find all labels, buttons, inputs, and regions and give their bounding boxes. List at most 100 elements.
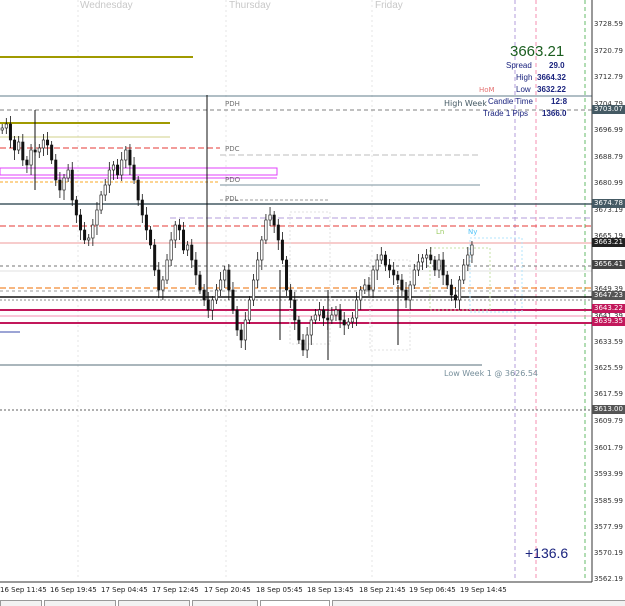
candle-body: [37, 147, 41, 153]
time-tick-label: 18 Sep 21:45: [359, 586, 406, 594]
price-tick-label: 3688.79: [594, 153, 623, 161]
candle-body: [453, 294, 457, 301]
candle-body: [404, 289, 408, 301]
candle-body: [322, 309, 326, 319]
spread-value: 29.0: [549, 61, 565, 70]
candle-body: [17, 141, 21, 151]
candle-body: [256, 259, 260, 281]
candle-body: [425, 254, 429, 259]
chart-tab-active[interactable]: [260, 600, 330, 606]
candle-body: [342, 319, 346, 326]
candle-body: [375, 259, 379, 271]
candle-body: [74, 199, 78, 216]
day-label: Thursday: [229, 0, 271, 11]
price-tag: 3663.21: [592, 237, 625, 247]
candle-body: [111, 164, 115, 171]
candle-body: [58, 179, 62, 191]
candle-body: [235, 309, 239, 331]
price-tick-label: 3720.79: [594, 47, 623, 55]
pnl-readout: +136.6: [525, 545, 569, 561]
candle-body: [466, 254, 470, 266]
candle-body: [8, 123, 12, 141]
chart-tab[interactable]: [118, 600, 190, 606]
ln-session-label: Ln: [436, 228, 445, 236]
candle-body: [400, 279, 404, 291]
candlestick-series: [0, 95, 474, 360]
candle-body: [25, 159, 29, 166]
candle-body: [260, 239, 264, 261]
chart-tab[interactable]: [0, 600, 42, 606]
pdh-label: PDH: [225, 100, 240, 108]
trade-pips-value: 1366.0: [542, 109, 567, 118]
price-tag: 3674.78: [592, 198, 625, 208]
price-tag: 3639.35: [592, 317, 625, 327]
candle-body: [120, 159, 124, 176]
candle-body: [408, 284, 412, 301]
time-tick-label: 18 Sep 13:45: [307, 586, 354, 594]
candle-body: [190, 244, 194, 261]
candle-body: [285, 259, 289, 291]
candle-body: [4, 123, 8, 129]
candle-body: [429, 254, 433, 261]
zone-box: [0, 167, 278, 176]
candle-body: [458, 279, 462, 301]
candle-body: [103, 184, 107, 196]
price-tick-label: 3617.59: [594, 390, 623, 398]
candle-time-value: 12:8: [551, 97, 568, 106]
price-chart[interactable]: [0, 0, 625, 605]
chart-tab[interactable]: [44, 600, 116, 606]
candle-body: [276, 224, 280, 241]
candle-body: [87, 237, 91, 241]
candle-body: [136, 179, 140, 201]
candle-body: [161, 279, 165, 291]
price-tick-label: 3593.99: [594, 470, 623, 478]
candle-body: [309, 319, 313, 336]
candle-body: [264, 219, 268, 241]
session-box: [369, 259, 411, 351]
price-tick-label: 3712.79: [594, 73, 623, 81]
candle-body: [359, 289, 363, 301]
candle-body: [289, 289, 293, 301]
pdo-label: PDO: [225, 176, 241, 184]
candle-body: [165, 259, 169, 281]
candle-body: [297, 319, 301, 341]
candle-body: [202, 289, 206, 301]
candle-body: [437, 259, 441, 271]
low-week-label: Low Week 1 @ 3626.54: [444, 369, 539, 378]
info-price: 3663.21: [510, 43, 565, 60]
candle-body: [392, 269, 396, 276]
candle-body: [371, 269, 375, 291]
price-tag: 3656.41: [592, 260, 625, 270]
candle-body: [338, 309, 342, 321]
candle-body: [445, 274, 449, 286]
candle-body: [247, 299, 251, 321]
candle-body: [214, 289, 218, 301]
price-tick-label: 3696.99: [594, 126, 623, 134]
chart-tab[interactable]: [332, 600, 625, 606]
candle-body: [99, 194, 103, 211]
price-tick-label: 3570.19: [594, 549, 623, 557]
candle-body: [116, 164, 120, 176]
candle-body: [433, 259, 437, 271]
trade-pips-label: Trade 1 Pips: [483, 109, 529, 118]
price-tick-label: 3562.19: [594, 575, 623, 583]
price-tick-label: 3609.79: [594, 417, 623, 425]
price-tick-label: 3601.79: [594, 444, 623, 452]
high-label: High: [516, 73, 533, 82]
candle-body: [140, 199, 144, 216]
time-tick-label: 17 Sep 04:45: [101, 586, 148, 594]
candle-body: [239, 329, 243, 341]
candle-body: [194, 259, 198, 276]
candle-body: [334, 309, 338, 316]
candle-body: [441, 259, 445, 276]
chart-tab[interactable]: [192, 600, 258, 606]
price-tick-label: 3633.59: [594, 338, 623, 346]
high-week-label: High Week: [444, 99, 487, 108]
candle-body: [462, 264, 466, 281]
candle-body: [41, 139, 45, 149]
candle-body: [54, 159, 58, 181]
candle-body: [29, 149, 33, 166]
candle-body: [124, 149, 128, 161]
candle-body: [50, 144, 54, 161]
low-label: Low: [516, 85, 531, 94]
